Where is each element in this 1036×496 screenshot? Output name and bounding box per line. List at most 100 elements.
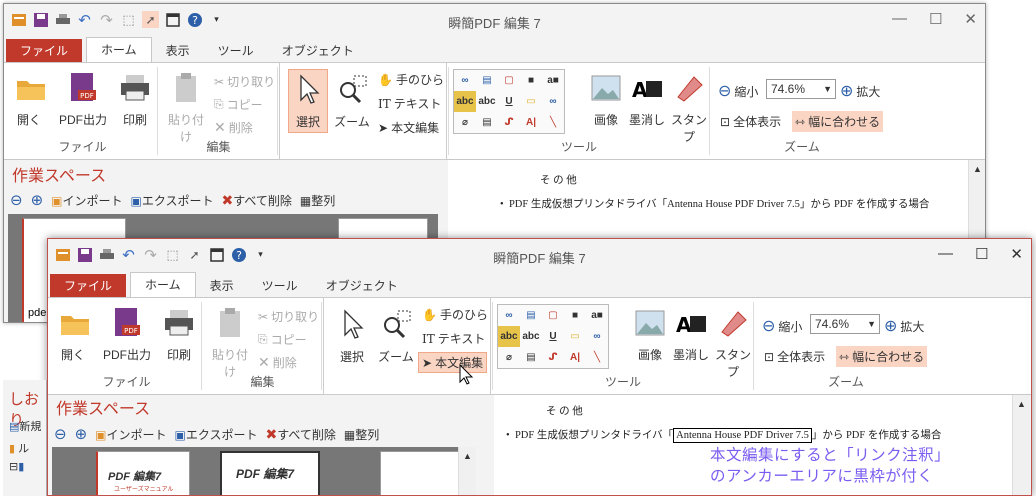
thumbnail[interactable] xyxy=(380,451,470,495)
link-anchor[interactable]: Antenna House PDF Driver 7.5 xyxy=(667,199,800,210)
link-icon[interactable]: ∞ xyxy=(454,70,476,91)
link-anchor[interactable]: Antenna House PDF Driver 7.5 xyxy=(673,428,812,443)
link2-icon[interactable]: ∞ xyxy=(542,91,564,112)
redact-button[interactable]: A 墨消し xyxy=(629,71,665,128)
scroll-up-icon[interactable]: ▲ xyxy=(1017,399,1026,409)
text-tool-button[interactable]: IT テキスト xyxy=(378,95,441,112)
text-tool-button[interactable]: IT テキスト xyxy=(422,330,485,347)
pdf-output-button[interactable]: PDF PDF出力 xyxy=(58,71,108,128)
delete-button[interactable]: ✕ 削除 xyxy=(258,354,297,371)
filled-rect-icon[interactable]: ■ xyxy=(564,305,586,326)
stamp-text-icon[interactable]: ▤ xyxy=(520,347,542,368)
tree-toggle[interactable]: ⊟▮ xyxy=(9,460,24,473)
thumbnail[interactable]: PDF 編集7 xyxy=(220,451,320,495)
line-icon[interactable]: ╲ xyxy=(586,347,608,368)
tab-object[interactable]: オブジェクト xyxy=(312,274,412,298)
minimize-icon[interactable]: — xyxy=(938,245,953,263)
arrange-button[interactable]: ▦整列 xyxy=(344,426,379,443)
stamp-button[interactable]: スタンプ xyxy=(713,306,753,380)
export-button[interactable]: ▣エクスポート xyxy=(131,192,214,209)
link-icon[interactable]: ∞ xyxy=(498,305,520,326)
zoom-button[interactable]: ズーム xyxy=(376,308,416,365)
body-edit-button[interactable]: ➤ 本文編集 xyxy=(418,352,488,373)
scroll-up-icon[interactable]: ▲ xyxy=(463,451,472,461)
zoom-out-button[interactable]: ⊖ 縮小 xyxy=(762,316,802,336)
new-bookmark-button[interactable]: ▤新規 xyxy=(9,418,41,434)
delete-all-button[interactable]: ✖すべて削除 xyxy=(222,192,292,209)
strikethrough-icon[interactable]: abc xyxy=(476,91,498,112)
zoom-in-button[interactable]: ⊕ 拡大 xyxy=(840,81,880,101)
vertical-scrollbar[interactable]: ▲ xyxy=(1012,395,1030,495)
annotation-tools-gallery[interactable]: ∞ ▤ ▢ ■ a■ abc abc U ▭ ∞ ⌀ ▤ ᔑ A| ╲ xyxy=(453,69,565,134)
cut-button[interactable]: ✂ 切り取り xyxy=(214,73,275,90)
cut-button[interactable]: ✂ 切り取り xyxy=(258,308,319,325)
rectangle-icon[interactable]: ▢ xyxy=(498,70,520,91)
print-button[interactable]: 印刷 xyxy=(162,306,196,363)
attach-icon[interactable]: ⌀ xyxy=(498,347,520,368)
line-icon[interactable]: ╲ xyxy=(542,112,564,133)
hand-tool-button[interactable]: ✋ 手のひら xyxy=(378,71,444,88)
pdf-output-button[interactable]: PDF PDF出力 xyxy=(102,306,152,363)
document-view[interactable]: そ の 他 • PDF 生成仮想プリンタドライバ「Antenna House P… xyxy=(494,395,1012,495)
minus-circle-icon[interactable]: ⊖ xyxy=(10,191,23,209)
tab-file[interactable]: ファイル xyxy=(6,39,83,63)
bookmark-root[interactable]: ▮ ル xyxy=(9,440,29,456)
print-button[interactable]: 印刷 xyxy=(118,71,152,128)
link2-icon[interactable]: ∞ xyxy=(586,326,608,347)
copy-button[interactable]: ⎘ コピー xyxy=(214,96,263,113)
image-button[interactable]: 画像 xyxy=(633,306,667,363)
select-button[interactable]: 選択 xyxy=(290,73,326,130)
fit-page-button[interactable]: ⊡ 全体表示 xyxy=(764,348,825,365)
minus-circle-icon[interactable]: ⊖ xyxy=(54,425,67,443)
copy-button[interactable]: ⎘ コピー xyxy=(258,331,307,348)
tab-object[interactable]: オブジェクト xyxy=(268,39,368,63)
textbox-icon[interactable]: ▤ xyxy=(476,70,498,91)
tab-view[interactable]: 表示 xyxy=(196,274,248,298)
open-button[interactable]: 開く xyxy=(14,71,45,128)
arrange-button[interactable]: ▦整列 xyxy=(300,192,335,209)
text-abc-icon[interactable]: a■ xyxy=(542,70,564,91)
tab-view[interactable]: 表示 xyxy=(152,39,204,63)
body-edit-button[interactable]: ➤ 本文編集 xyxy=(378,119,439,136)
strikethrough-icon[interactable]: abc xyxy=(520,326,542,347)
import-button[interactable]: ▣インポート xyxy=(51,192,122,209)
pen-icon[interactable]: ᔑ xyxy=(498,112,520,133)
redact-button[interactable]: A 墨消し xyxy=(673,306,709,363)
tab-home[interactable]: ホーム xyxy=(86,37,152,63)
annotation-tools-gallery[interactable]: ∞ ▤ ▢ ■ a■ abc abc U ▭ ∞ ⌀ ▤ ᔑ A| ╲ xyxy=(497,304,609,369)
minimize-icon[interactable]: — xyxy=(892,10,907,28)
tab-tools[interactable]: ツール xyxy=(204,39,268,63)
delete-all-button[interactable]: ✖すべて削除 xyxy=(266,426,336,443)
maximize-icon[interactable]: ☐ xyxy=(975,245,988,263)
stamp-text-icon[interactable]: ▤ xyxy=(476,112,498,133)
close-icon[interactable]: ✕ xyxy=(1010,245,1023,263)
zoom-in-button[interactable]: ⊕ 拡大 xyxy=(884,316,924,336)
note-icon[interactable]: ▭ xyxy=(520,91,542,112)
stamp-button[interactable]: スタンプ xyxy=(669,71,709,145)
tab-tools[interactable]: ツール xyxy=(248,274,312,298)
tab-file[interactable]: ファイル xyxy=(50,274,127,298)
attach-icon[interactable]: ⌀ xyxy=(454,112,476,133)
note-icon[interactable]: ▭ xyxy=(564,326,586,347)
zoom-button[interactable]: ズーム xyxy=(332,73,372,130)
fit-page-button[interactable]: ⊡ 全体表示 xyxy=(720,113,781,130)
delete-button[interactable]: ✕ 削除 xyxy=(214,119,253,136)
vertical-scrollbar[interactable]: ▲ xyxy=(458,447,476,495)
fit-width-button[interactable]: ⇿ 幅に合わせる xyxy=(792,111,884,132)
thumbnail[interactable]: PDF 編集7 ユーザーズマニュアル xyxy=(96,451,190,495)
image-button[interactable]: 画像 xyxy=(589,71,623,128)
highlight-icon[interactable]: abc xyxy=(498,326,520,347)
textbox-icon[interactable]: ▤ xyxy=(520,305,542,326)
plus-circle-icon[interactable]: ⊕ xyxy=(31,191,44,209)
plus-circle-icon[interactable]: ⊕ xyxy=(75,425,88,443)
text-abc-icon[interactable]: a■ xyxy=(586,305,608,326)
export-button[interactable]: ▣エクスポート xyxy=(175,426,258,443)
underline-icon[interactable]: U xyxy=(542,326,564,347)
zoom-select[interactable]: 74.6% ▼ xyxy=(766,79,836,99)
rectangle-icon[interactable]: ▢ xyxy=(542,305,564,326)
filled-rect-icon[interactable]: ■ xyxy=(520,70,542,91)
zoom-out-button[interactable]: ⊖ 縮小 xyxy=(718,81,758,101)
font-icon[interactable]: A| xyxy=(520,112,542,133)
close-icon[interactable]: ✕ xyxy=(964,10,977,28)
pen-icon[interactable]: ᔑ xyxy=(542,347,564,368)
